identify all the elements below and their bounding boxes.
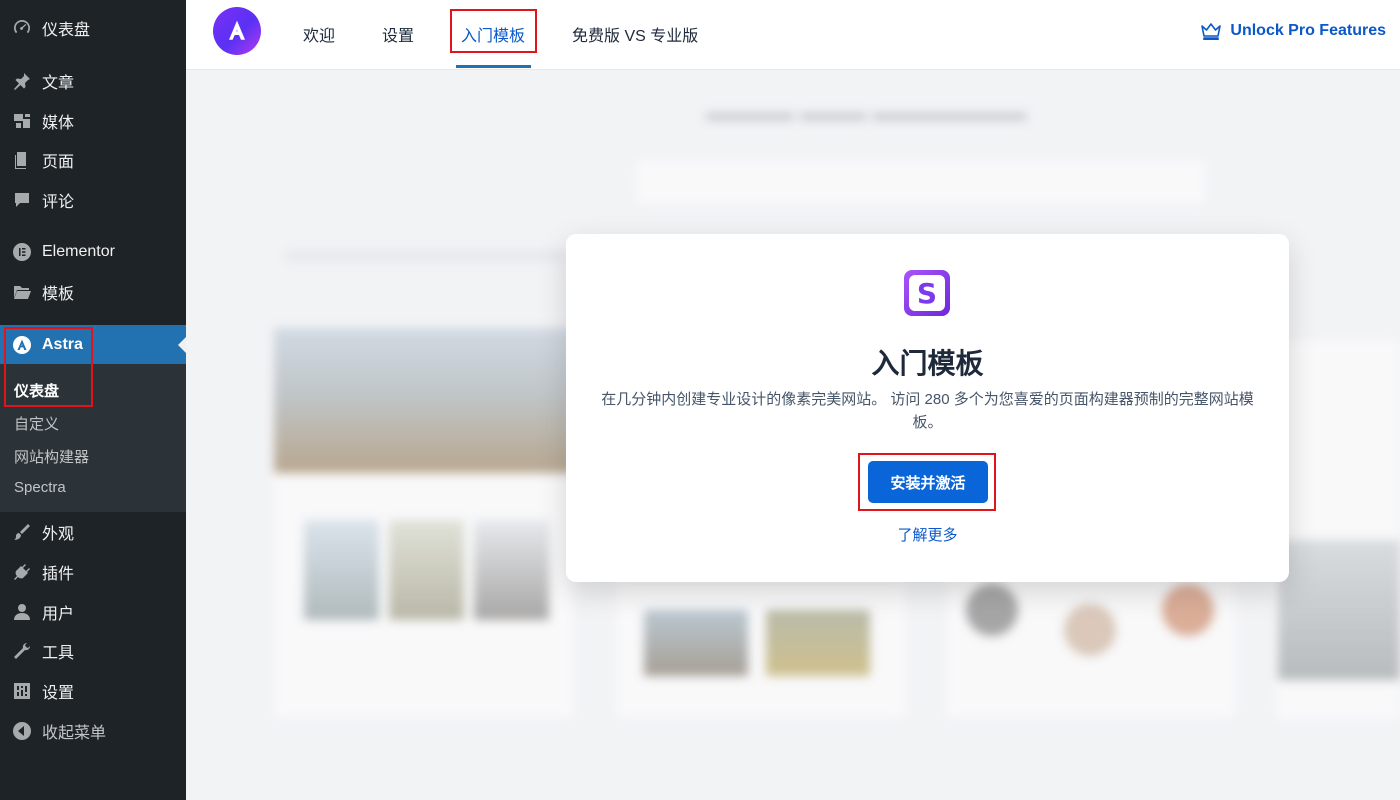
astra-icon xyxy=(10,333,34,357)
user-icon xyxy=(10,600,34,624)
astra-top-nav: 欢迎 设置 入门模板 免费版 VS 专业版 Unlock Pro Feature… xyxy=(186,0,1400,70)
plugin-icon xyxy=(10,560,34,584)
tab-welcome[interactable]: 欢迎 xyxy=(303,22,335,46)
brush-icon xyxy=(10,520,34,544)
sidebar-item-appearance[interactable]: 外观 xyxy=(0,512,186,552)
elementor-icon xyxy=(10,240,34,264)
wrench-icon xyxy=(10,639,34,663)
sidebar-item-label: 外观 xyxy=(42,526,75,543)
sidebar-item-dashboard[interactable]: 仪表盘 xyxy=(0,8,186,48)
dashboard-icon xyxy=(10,16,34,40)
unlock-pro-label: Unlock Pro Features xyxy=(1230,22,1386,39)
media-icon xyxy=(10,109,34,133)
astra-logo[interactable] xyxy=(213,7,261,55)
sidebar-item-label: 页面 xyxy=(42,154,75,171)
sidebar-item-plugins[interactable]: 插件 xyxy=(0,552,186,592)
pin-icon xyxy=(10,69,34,93)
astra-submenu: 仪表盘 自定义 网站构建器 Spectra xyxy=(0,364,186,512)
crown-icon xyxy=(1201,23,1222,40)
starter-templates-modal: S 入门模板 在几分钟内创建专业设计的像素完美网站。 访问 280 多个为您喜爱… xyxy=(566,234,1289,582)
spectra-s-icon: S xyxy=(909,275,945,311)
sidebar-item-label: 文章 xyxy=(42,75,75,92)
sidebar-collapse-menu[interactable]: 收起菜单 xyxy=(0,711,186,751)
modal-title: 入门模板 xyxy=(871,348,984,379)
learn-more-link[interactable]: 了解更多 xyxy=(566,524,1289,545)
sidebar-item-label: 模板 xyxy=(42,286,75,303)
submenu-item-site-builder[interactable]: 网站构建器 xyxy=(14,446,89,467)
sidebar-item-label: 评论 xyxy=(42,194,75,211)
sidebar-item-label: 设置 xyxy=(42,685,75,702)
submenu-item-dashboard[interactable]: 仪表盘 xyxy=(14,380,59,401)
install-activate-button[interactable]: 安装并激活 xyxy=(868,461,988,503)
sidebar-item-label: 插件 xyxy=(42,566,75,583)
sidebar-item-label: Astra xyxy=(42,336,83,353)
active-indicator xyxy=(178,337,186,353)
sidebar-item-label: 工具 xyxy=(42,645,75,662)
sidebar-item-elementor[interactable]: Elementor xyxy=(0,232,186,272)
sidebar-item-label: 用户 xyxy=(42,606,75,623)
folder-icon xyxy=(10,280,34,304)
active-tab-underline xyxy=(456,65,531,68)
spectra-logo: S xyxy=(904,270,950,316)
collapse-icon xyxy=(10,719,34,743)
sidebar-item-comments[interactable]: 评论 xyxy=(0,180,186,220)
settings-icon xyxy=(10,679,34,703)
sidebar-item-posts[interactable]: 文章 xyxy=(0,61,186,101)
sidebar-item-label: 媒体 xyxy=(42,115,75,132)
page-icon xyxy=(10,148,34,172)
sidebar-item-templates[interactable]: 模板 xyxy=(0,272,186,312)
sidebar-item-media[interactable]: 媒体 xyxy=(0,101,186,141)
submenu-item-customize[interactable]: 自定义 xyxy=(14,413,59,434)
tab-free-vs-pro[interactable]: 免费版 VS 专业版 xyxy=(572,22,698,46)
comment-icon xyxy=(10,188,34,212)
sidebar-item-astra[interactable]: Astra xyxy=(0,325,186,365)
sidebar-item-label: Elementor xyxy=(42,243,115,260)
sidebar-item-label: 仪表盘 xyxy=(42,22,91,39)
sidebar-item-users[interactable]: 用户 xyxy=(0,592,186,632)
modal-description: 在几分钟内创建专业设计的像素完美网站。 访问 280 多个为您喜爱的页面构建器预… xyxy=(601,391,1254,431)
sidebar-item-pages[interactable]: 页面 xyxy=(0,140,186,180)
sidebar-item-settings[interactable]: 设置 xyxy=(0,671,186,711)
tab-settings[interactable]: 设置 xyxy=(382,22,414,46)
sidebar-item-label: 收起菜单 xyxy=(42,725,107,742)
sidebar-item-tools[interactable]: 工具 xyxy=(0,631,186,671)
unlock-pro-link[interactable]: Unlock Pro Features xyxy=(1201,22,1386,40)
admin-sidebar: 仪表盘 文章 媒体 页面 评论 Elementor 模板 Astra 仪表盘 自… xyxy=(0,0,186,800)
tab-starter-templates[interactable]: 入门模板 xyxy=(461,22,525,46)
submenu-item-spectra[interactable]: Spectra xyxy=(14,479,66,496)
